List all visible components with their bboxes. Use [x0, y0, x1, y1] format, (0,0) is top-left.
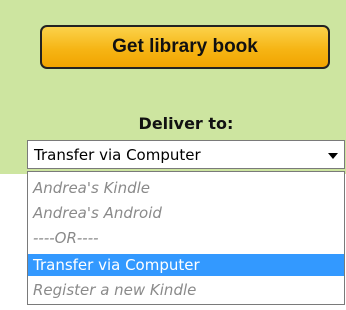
option-transfer-via-computer[interactable]: Transfer via Computer [28, 254, 344, 276]
chevron-down-icon [328, 153, 338, 159]
deliver-to-label: Deliver to: [138, 114, 234, 133]
option-andreas-kindle: Andrea's Kindle [33, 179, 151, 197]
get-library-book-button[interactable]: Get library book [40, 25, 330, 69]
get-library-book-label: Get library book [112, 36, 258, 57]
library-book-panel: Get library book Deliver to: Transfer vi… [0, 0, 346, 310]
deliver-to-selected-value: Transfer via Computer [34, 146, 201, 164]
deliver-to-select[interactable]: Transfer via Computer [27, 140, 345, 169]
option-andreas-android: Andrea's Android [33, 204, 162, 222]
option-register-new-kindle[interactable]: Register a new Kindle [28, 279, 344, 301]
option-or-separator: ----OR---- [33, 229, 99, 247]
deliver-to-dropdown-list: Andrea's Kindle Andrea's Android ----OR-… [27, 171, 345, 305]
